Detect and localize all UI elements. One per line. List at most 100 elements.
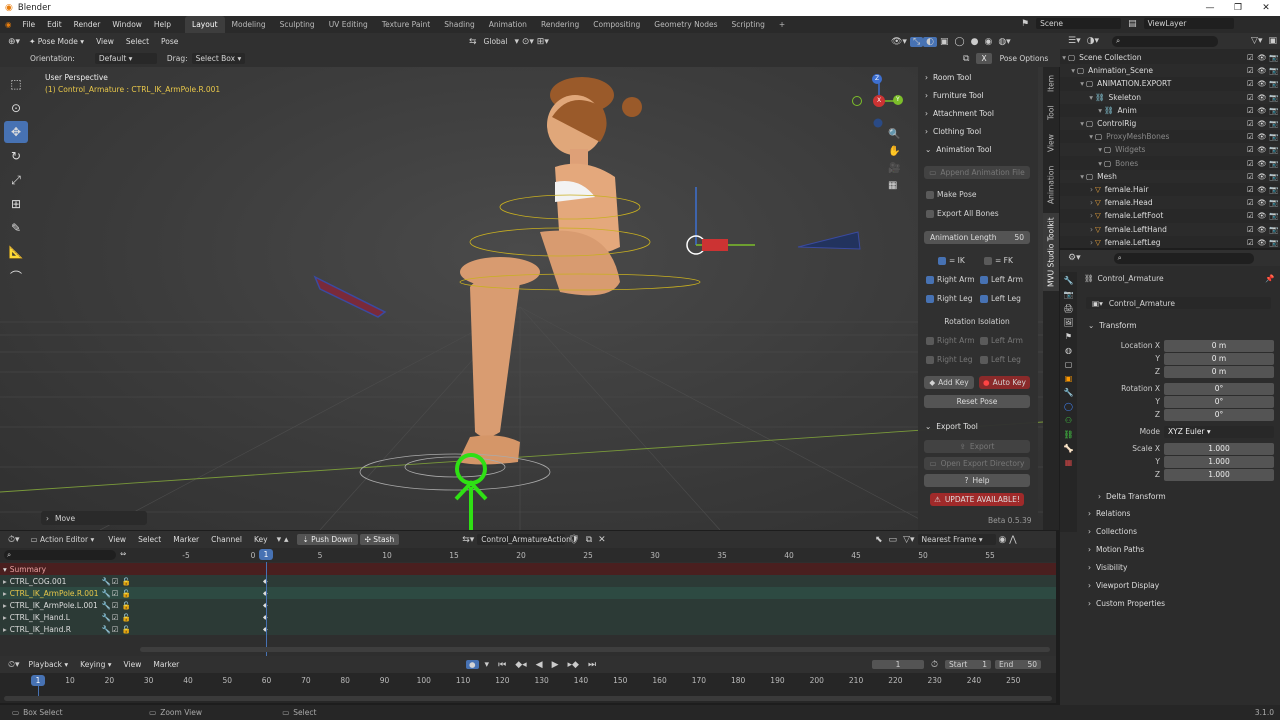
expand-arrow-icon[interactable]: › bbox=[1060, 225, 1095, 234]
rotation-mode-dropdown[interactable]: XYZ Euler ▾ bbox=[1164, 425, 1274, 438]
camera-icon[interactable]: 📷 bbox=[1268, 119, 1280, 128]
fake-user-icon[interactable]: 🛡 bbox=[565, 535, 582, 545]
checkbox-icon[interactable]: ☑ bbox=[1247, 132, 1256, 141]
tab-uv-editing[interactable]: UV Editing bbox=[322, 16, 375, 33]
render-tab-icon[interactable]: 📷 bbox=[1064, 290, 1074, 299]
view-layer-tab-icon[interactable]: 🖼 bbox=[1063, 318, 1073, 327]
output-tab-icon[interactable]: 🖨 bbox=[1063, 304, 1073, 313]
scene-tab-icon[interactable]: ⚑ bbox=[1065, 332, 1072, 341]
iso-right-leg-checkbox[interactable]: Right Leg bbox=[926, 355, 973, 364]
camera-icon[interactable]: 📷 bbox=[1268, 159, 1280, 168]
gizmo-toggle-icon[interactable]: ⤡ bbox=[909, 36, 924, 47]
tl-playhead[interactable]: 1 bbox=[31, 675, 45, 686]
timeline-ruler[interactable]: 10 20 30 40 50 60 70 80 90 100 110 120 130 140 150 160 1… bbox=[0, 673, 1056, 703]
expand-arrow-icon[interactable]: ▾ bbox=[1060, 159, 1104, 168]
scene-icon[interactable]: ⚑ bbox=[1018, 19, 1032, 29]
checkbox-icon[interactable]: ☑ bbox=[1247, 66, 1256, 75]
orientation-dropdown[interactable]: Default ▾ bbox=[94, 53, 157, 64]
checkbox-icon[interactable]: ☑ bbox=[1247, 238, 1256, 247]
editor-type-icon[interactable]: ⏲▾ bbox=[0, 660, 23, 670]
physics-tab-icon[interactable]: ◯ bbox=[1064, 402, 1073, 411]
help-button[interactable]: ? Help bbox=[924, 474, 1030, 487]
tl-menu-view[interactable]: View bbox=[118, 660, 148, 669]
tab-tool[interactable]: Tool bbox=[1043, 99, 1059, 127]
shading-render-icon[interactable]: ◍▾ bbox=[995, 37, 1013, 47]
modifier-tab-icon[interactable]: 🔧 bbox=[1064, 388, 1074, 397]
rotation-y-field[interactable]: 0° bbox=[1164, 395, 1274, 408]
lock-icon[interactable]: 🔓 bbox=[122, 601, 132, 610]
checkbox-icon[interactable]: ☑ bbox=[1247, 93, 1256, 102]
tab-mvu-studio-toolkit[interactable]: MVU Studio Toolkit bbox=[1043, 213, 1059, 291]
proportional-icon[interactable]: ◉ ⋀ bbox=[996, 535, 1020, 545]
add-workspace-icon[interactable]: + bbox=[772, 16, 792, 33]
right-arm-checkbox[interactable]: Right Arm bbox=[926, 275, 975, 284]
tl-menu-keying[interactable]: Keying ▾ bbox=[74, 660, 117, 669]
camera-icon[interactable]: 📷 bbox=[1268, 198, 1280, 207]
expand-arrow-icon[interactable]: ▾ bbox=[1060, 106, 1104, 115]
mirror-icon[interactable]: ⧉ bbox=[960, 54, 972, 64]
select-box-tool-icon[interactable]: ⬚ bbox=[4, 73, 28, 95]
eye-icon[interactable]: 👁 bbox=[1256, 145, 1268, 154]
camera-icon[interactable]: 📷 bbox=[1268, 53, 1280, 62]
delta-transform-header[interactable]: › Delta Transform bbox=[1098, 488, 1280, 504]
tab-animation[interactable]: Animation bbox=[482, 16, 534, 33]
checkbox-icon[interactable]: ☑ bbox=[1247, 79, 1256, 88]
furniture-tool-header[interactable]: › Furniture Tool bbox=[920, 88, 1034, 103]
animation-tool-header[interactable]: ⌄ Animation Tool bbox=[920, 142, 1034, 157]
tab-view[interactable]: View bbox=[1043, 129, 1059, 157]
checkbox-icon[interactable]: ☑ bbox=[1247, 53, 1256, 62]
eye-icon[interactable]: 👁 bbox=[1256, 106, 1268, 115]
outliner-row[interactable]: ▾ ▢ Bones ☑ 👁 📷 bbox=[1060, 157, 1280, 170]
ae-menu-view[interactable]: View bbox=[102, 535, 132, 544]
visibility-icon[interactable]: 👁▾ bbox=[888, 37, 910, 47]
camera-icon[interactable]: 📷 bbox=[1268, 211, 1280, 220]
expand-arrow-icon[interactable]: ▾ bbox=[1060, 93, 1095, 102]
play-icon[interactable]: ▶ bbox=[549, 660, 562, 670]
properties-editor-icon[interactable]: ⚙▾ bbox=[1060, 253, 1084, 263]
channel-search-input[interactable]: ⌕ bbox=[4, 550, 116, 560]
collection-tab-icon[interactable]: ▢ bbox=[1065, 360, 1073, 369]
left-leg-checkbox[interactable]: Left Leg bbox=[980, 294, 1021, 303]
channel-row[interactable]: ▸CTRL_IK_Hand.R🔧☑🔓◆ bbox=[0, 623, 1056, 635]
start-frame-field[interactable]: Start 1 bbox=[945, 660, 992, 669]
snap-mode-dropdown[interactable]: Nearest Frame ▾ bbox=[917, 534, 996, 545]
transform-orientation-dropdown[interactable]: Global bbox=[480, 37, 512, 46]
zoom-icon[interactable]: 🔍 bbox=[888, 129, 900, 140]
texture-tab-icon[interactable]: ▦ bbox=[1065, 458, 1073, 467]
display-mode-icon[interactable]: ◑▾ bbox=[1084, 36, 1102, 46]
iso-right-arm-checkbox[interactable]: Right Arm bbox=[926, 336, 975, 345]
summary-row[interactable]: ▾ Summary bbox=[0, 563, 1056, 575]
channel-row[interactable]: ▸CTRL_IK_ArmPole.R.001🔧☑🔓◆ bbox=[0, 587, 1056, 599]
eye-icon[interactable]: 👁 bbox=[1256, 66, 1268, 75]
ae-menu-channel[interactable]: Channel bbox=[205, 535, 248, 544]
tab-modeling[interactable]: Modeling bbox=[225, 16, 273, 33]
camera-icon[interactable]: 📷 bbox=[1268, 172, 1280, 181]
wrench-icon[interactable]: 🔧 bbox=[102, 601, 112, 610]
xray-icon[interactable]: ▣ bbox=[937, 37, 952, 47]
push-down-button[interactable]: ⇣ Push Down bbox=[297, 534, 358, 545]
reset-pose-button[interactable]: Reset Pose bbox=[924, 395, 1030, 408]
tab-layout[interactable]: Layout bbox=[185, 16, 225, 33]
layer-arrows-icon[interactable]: ▾ ▴ bbox=[274, 535, 292, 545]
properties-search-input[interactable]: ⌕ bbox=[1113, 252, 1254, 264]
expand-arrow-icon[interactable]: › bbox=[1060, 211, 1095, 220]
editor-type-icon[interactable]: ⏱▾ bbox=[0, 535, 23, 545]
action-editor-mode-dropdown[interactable]: ▭ Action Editor ▾ bbox=[23, 535, 103, 544]
section-motion-paths[interactable]: › Motion Paths bbox=[1088, 541, 1276, 557]
lock-icon[interactable]: 🔓 bbox=[122, 577, 132, 586]
camera-icon[interactable]: 📷 bbox=[1268, 145, 1280, 154]
pivot-icon[interactable]: ▾ ⊙▾ ⊞▾ bbox=[511, 37, 551, 47]
update-available-button[interactable]: ⚠ UPDATE AVAILABLE! bbox=[930, 493, 1024, 506]
eye-icon[interactable]: 👁 bbox=[1256, 211, 1268, 220]
constraint-tab-icon[interactable]: ⚇ bbox=[1065, 416, 1072, 425]
preview-range-icon[interactable]: ⏱ bbox=[928, 660, 941, 670]
expand-arrow-icon[interactable]: ▾ bbox=[1060, 119, 1086, 128]
menu-render[interactable]: Render bbox=[68, 20, 107, 29]
prev-keyframe-icon[interactable]: ◆◂ bbox=[512, 660, 529, 670]
wrench-icon[interactable]: 🔧 bbox=[102, 577, 112, 586]
outliner-editor-icon[interactable]: ☰▾ bbox=[1060, 36, 1084, 46]
room-tool-header[interactable]: › Room Tool bbox=[920, 70, 1034, 85]
orientation-icon[interactable]: ⇆ bbox=[466, 37, 480, 47]
eye-icon[interactable]: 👁 bbox=[1256, 172, 1268, 181]
expand-arrow-icon[interactable]: ▾ bbox=[1060, 53, 1068, 62]
